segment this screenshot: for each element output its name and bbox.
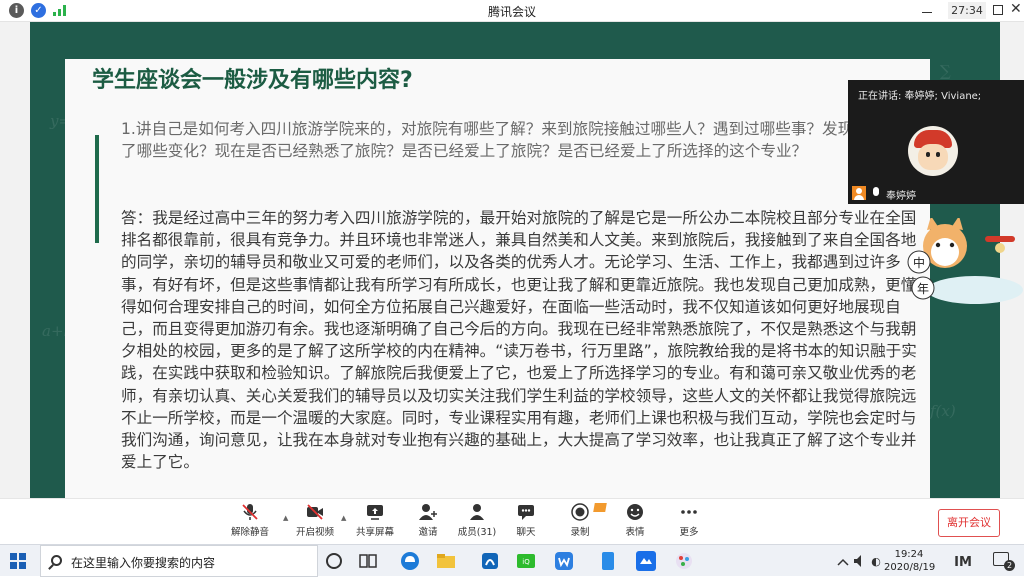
meeting-toolbar: 解除静音 ▲ 开启视频 ▲ 共享屏幕 邀请 成员(31) 聊天 录制 表情 更多… (0, 498, 1024, 544)
speaking-label: 正在讲话: 奉婷婷; Viviane; (858, 91, 982, 102)
emoji-icon (627, 504, 643, 520)
question-text: 1.讲自己是如何考入四川旅游学院来的，对旅院有哪些了解？来到旅院接触过哪些人？遇… (121, 120, 854, 160)
chat-label: 聊天 (516, 527, 536, 538)
slide-title: 学生座谈会一般涉及有哪些内容? (92, 68, 413, 93)
cat-sticker: 中 年 (907, 218, 1023, 304)
record-icon (571, 503, 589, 521)
meeting-timer: 27:34 (948, 2, 986, 19)
share-label: 共享屏幕 (355, 527, 394, 538)
taskbar-search-input[interactable]: 在这里输入你要搜索的内容 (40, 545, 318, 577)
tray-clock[interactable]: 19:24 2020/8/19 (884, 548, 936, 574)
minimize-button[interactable] (918, 2, 936, 20)
tablet-app-icon[interactable] (596, 549, 620, 573)
svg-text:IM: IM (954, 555, 972, 570)
windows-start-icon[interactable] (10, 553, 26, 569)
search-placeholder: 在这里输入你要搜索的内容 (71, 556, 216, 570)
answer-text: 答：我是经过高中三年的努力考入四川旅游学院的，最开始对旅院的了解是它是一所公办二… (121, 209, 917, 472)
tencent-meeting-icon[interactable] (634, 549, 658, 573)
search-icon (51, 555, 62, 566)
wps-icon[interactable] (552, 549, 576, 573)
svg-text:◐: ◐ (871, 555, 881, 568)
mic-icon (873, 187, 879, 196)
volume-icon[interactable] (852, 553, 868, 569)
accent-bar (95, 135, 99, 243)
leave-meeting-button[interactable]: 离开会议 (938, 509, 1000, 537)
app-title: 腾讯会议 (487, 5, 536, 19)
input-method-icon[interactable]: ◐ (869, 553, 883, 569)
speaker-name: 奉婷婷 (886, 191, 916, 202)
speaker-panel[interactable]: 正在讲话: 奉婷婷; Viviane; (848, 80, 1024, 204)
chat-button[interactable]: 聊天 (496, 503, 556, 538)
avatar (908, 126, 958, 176)
sticker-char-top: 中 (913, 255, 925, 270)
maximize-button[interactable] (993, 5, 1003, 15)
video-off-icon (307, 504, 323, 520)
app-icon[interactable] (478, 549, 502, 573)
mute-label: 解除静音 (230, 527, 269, 538)
more-icon (681, 510, 697, 514)
add-user-icon (419, 504, 437, 520)
mic-muted-icon (242, 504, 258, 520)
taskbar: 在这里输入你要搜索的内容 iQ ◐ 19:24 2020/8/19 IM 2 (0, 544, 1024, 577)
more-button[interactable]: 更多 (659, 503, 719, 538)
notification-count: 2 (1004, 560, 1015, 571)
record-label: 录制 (570, 527, 590, 538)
chat-icon (518, 505, 534, 520)
user-icon (852, 186, 866, 200)
share-screen-icon (367, 505, 383, 520)
close-button[interactable]: ✕ (1010, 1, 1022, 17)
video-button[interactable]: 开启视频 (285, 503, 345, 538)
tray-time: 19:24 (894, 549, 924, 560)
edge-browser-icon[interactable] (398, 549, 422, 573)
iqiyi-icon[interactable]: iQ (514, 549, 538, 573)
members-icon (470, 504, 484, 520)
share-screen-button[interactable]: 共享屏幕 (345, 503, 405, 538)
mute-button[interactable]: 解除静音 (220, 503, 280, 538)
emoji-label: 表情 (625, 527, 645, 538)
video-label: 开启视频 (295, 527, 334, 538)
cortana-icon[interactable] (322, 549, 346, 573)
chevron-up-icon[interactable] (836, 555, 850, 569)
more-label: 更多 (679, 527, 699, 538)
tray-date: 2020/8/19 (884, 562, 936, 573)
file-explorer-icon[interactable] (434, 549, 458, 573)
title-bar: i ✓ 腾讯会议 27:34 ✕ (0, 0, 1024, 22)
meeting-tray-icon[interactable]: IM (952, 551, 974, 571)
emoji-button[interactable]: 表情 (605, 503, 665, 538)
paint-app-icon[interactable] (672, 549, 696, 573)
task-view-icon[interactable] (356, 549, 380, 573)
svg-text:iQ: iQ (522, 558, 530, 566)
sticker-char-bottom: 年 (917, 282, 929, 296)
